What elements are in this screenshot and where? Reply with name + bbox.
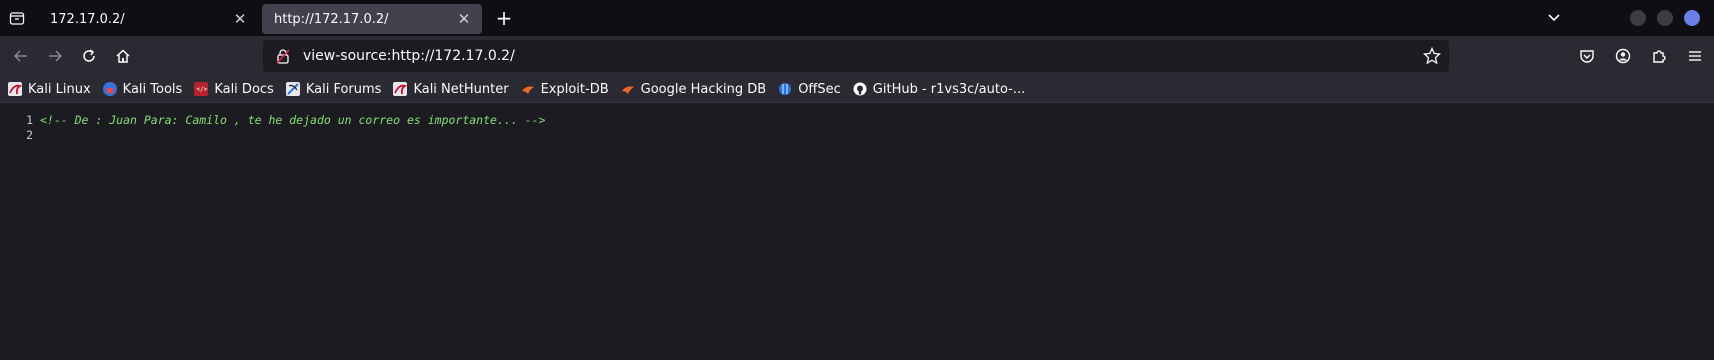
bookmark-label: Kali Tools xyxy=(122,81,183,97)
bookmark-exploit-db[interactable]: Exploit-DB xyxy=(521,82,609,97)
maximize-button[interactable] xyxy=(1657,10,1673,26)
hamburger-menu-icon xyxy=(1689,51,1701,61)
ghdb-icon xyxy=(621,82,635,96)
tab-1[interactable]: 172.17.0.2/ ✕ xyxy=(38,4,258,34)
html-comment: <!-- De : Juan Para: Camilo , te he deja… xyxy=(40,112,546,127)
exploit-db-icon xyxy=(521,82,535,96)
account-button[interactable] xyxy=(1606,39,1640,73)
back-button[interactable] xyxy=(4,39,38,73)
puzzle-icon xyxy=(1653,50,1666,63)
bookmark-label: Kali Forums xyxy=(305,81,382,97)
back-arrow-icon xyxy=(14,50,27,62)
forward-button[interactable] xyxy=(38,39,72,73)
bookmark-label: Kali Linux xyxy=(28,81,91,97)
offsec-icon xyxy=(778,82,792,96)
svg-text:</>: </> xyxy=(197,86,208,93)
kali-nethunter-icon xyxy=(393,82,408,96)
bookmark-google-hacking-db[interactable]: Google Hacking DB xyxy=(621,81,767,97)
extensions-button[interactable] xyxy=(1642,39,1676,73)
kali-docs-icon: </> xyxy=(194,82,209,96)
bookmarks-toolbar: Kali Linux Kali Tools </> Kali Docs Kali… xyxy=(0,76,1714,103)
source-line: 2 xyxy=(0,127,1714,142)
minimize-button[interactable] xyxy=(1630,10,1646,26)
line-number: 2 xyxy=(26,127,33,142)
new-tab-button[interactable]: + xyxy=(490,6,518,30)
pocket-button[interactable] xyxy=(1570,39,1604,73)
chevron-down-icon[interactable] xyxy=(1547,11,1561,25)
bookmark-label: Kali Docs xyxy=(214,81,274,97)
source-line: 1 <!-- De : Juan Para: Camilo , te he de… xyxy=(0,112,1714,127)
insecure-lock-icon[interactable] xyxy=(273,48,293,64)
kali-tools-icon xyxy=(102,82,117,96)
tab-title: http://172.17.0.2/ xyxy=(274,11,389,27)
close-window-button[interactable] xyxy=(1684,10,1700,26)
bookmark-kali-forums[interactable]: Kali Forums xyxy=(285,81,382,97)
pocket-icon xyxy=(1580,50,1594,63)
bookmark-kali-docs[interactable]: </> Kali Docs xyxy=(194,82,274,97)
reload-icon xyxy=(83,49,95,62)
bookmark-github[interactable]: GitHub - r1vs3c/auto-... xyxy=(853,82,1025,97)
home-icon xyxy=(116,49,130,63)
bookmark-offsec[interactable]: OffSec xyxy=(778,82,841,97)
close-tab-icon[interactable]: ✕ xyxy=(456,10,472,28)
close-tab-icon[interactable]: ✕ xyxy=(232,10,248,28)
kali-dragon-icon xyxy=(8,82,23,96)
tab-title: 172.17.0.2/ xyxy=(50,11,125,27)
bookmark-label: Google Hacking DB xyxy=(640,81,767,97)
bookmark-label: GitHub - r1vs3c/auto-... xyxy=(872,81,1026,97)
tab-strip: 172.17.0.2/ ✕ http://172.17.0.2/ ✕ + xyxy=(0,0,1714,36)
address-bar[interactable]: view-source:http://172.17.0.2/ xyxy=(263,40,1449,72)
line-number: 1 xyxy=(26,112,33,127)
bookmark-star-icon[interactable] xyxy=(1423,47,1441,65)
url-text[interactable]: view-source:http://172.17.0.2/ xyxy=(303,48,515,64)
menu-button[interactable] xyxy=(1678,39,1712,73)
bookmark-kali-nethunter[interactable]: Kali NetHunter xyxy=(393,81,509,97)
bookmark-label: Exploit-DB xyxy=(540,81,609,97)
home-button[interactable] xyxy=(106,39,140,73)
account-icon xyxy=(1615,48,1631,64)
reload-button[interactable] xyxy=(72,39,106,73)
bookmark-label: OffSec xyxy=(798,81,841,97)
github-icon xyxy=(853,82,867,96)
view-source-content: 1 <!-- De : Juan Para: Camilo , te he de… xyxy=(0,103,1714,142)
kali-forums-icon xyxy=(285,82,300,96)
bookmark-label: Kali NetHunter xyxy=(413,81,509,97)
firefox-view-button[interactable] xyxy=(0,0,34,36)
bookmark-kali-linux[interactable]: Kali Linux xyxy=(8,82,91,97)
firefox-view-icon xyxy=(9,12,25,25)
tab-2-active[interactable]: http://172.17.0.2/ ✕ xyxy=(262,4,482,34)
forward-arrow-icon xyxy=(49,50,62,62)
bookmark-kali-tools[interactable]: Kali Tools xyxy=(102,81,183,97)
navigation-toolbar: view-source:http://172.17.0.2/ xyxy=(0,36,1714,76)
